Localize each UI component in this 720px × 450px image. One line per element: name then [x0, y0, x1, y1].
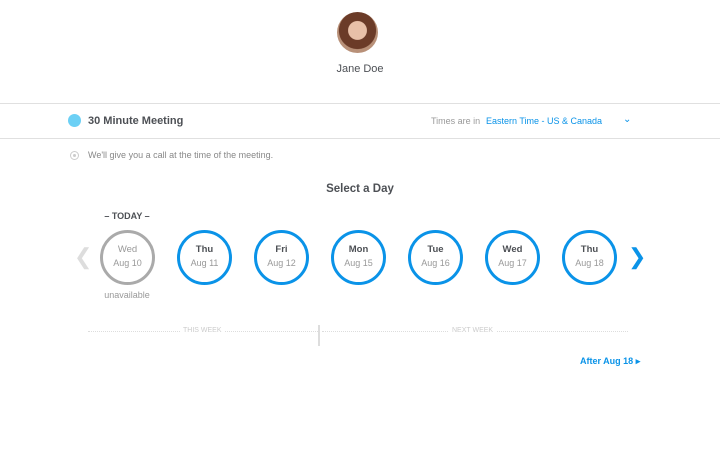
- day-button[interactable]: Tue Aug 16: [408, 230, 463, 285]
- day-date: Aug 11: [190, 258, 219, 268]
- day-date: Aug 18: [575, 258, 604, 268]
- chevron-down-icon[interactable]: ⌄: [623, 114, 631, 125]
- week-separator: [318, 325, 320, 346]
- unavailable-label: unavailable: [104, 290, 150, 300]
- day-date: Aug 12: [267, 258, 296, 268]
- today-label: – TODAY –: [104, 211, 150, 221]
- day-of-week: Mon: [348, 244, 369, 255]
- chevron-right-icon[interactable]: ❯: [628, 244, 646, 270]
- avatar: [337, 12, 378, 53]
- next-week-label: NEXT WEEK: [449, 327, 497, 334]
- caret-right-icon: ▸: [635, 356, 641, 366]
- timezone-select[interactable]: Eastern Time - US & Canada: [486, 116, 602, 126]
- day-of-week: Thu: [580, 244, 599, 255]
- day-of-week: Wed: [117, 244, 138, 255]
- this-week-label: THIS WEEK: [180, 327, 225, 334]
- day-date: Aug 10: [113, 258, 142, 268]
- phone-radio-icon: [70, 151, 79, 160]
- day-of-week: Thu: [195, 244, 214, 255]
- day-date: Aug 17: [498, 258, 527, 268]
- day-button[interactable]: Thu Aug 18: [562, 230, 617, 285]
- day-button[interactable]: Fri Aug 12: [254, 230, 309, 285]
- day-of-week: Fri: [275, 244, 288, 255]
- timezone-label: Times are in: [431, 116, 481, 126]
- event-title: 30 Minute Meeting: [88, 115, 184, 127]
- day-button: Wed Aug 10: [100, 230, 155, 285]
- chevron-left-icon[interactable]: ❮: [74, 244, 92, 270]
- day-date: Aug 16: [421, 258, 450, 268]
- day-button[interactable]: Wed Aug 17: [485, 230, 540, 285]
- event-color-dot: [68, 114, 81, 127]
- select-day-heading: Select a Day: [326, 183, 394, 195]
- day-of-week: Tue: [427, 244, 444, 255]
- after-link-label: After Aug 18: [580, 356, 634, 366]
- location-note: We'll give you a call at the time of the…: [88, 150, 274, 160]
- day-of-week: Wed: [502, 244, 523, 255]
- host-name: Jane Doe: [336, 63, 384, 75]
- after-link[interactable]: After Aug 18 ▸: [580, 356, 640, 367]
- day-button[interactable]: Mon Aug 15: [331, 230, 386, 285]
- day-button[interactable]: Thu Aug 11: [177, 230, 232, 285]
- day-date: Aug 15: [344, 258, 373, 268]
